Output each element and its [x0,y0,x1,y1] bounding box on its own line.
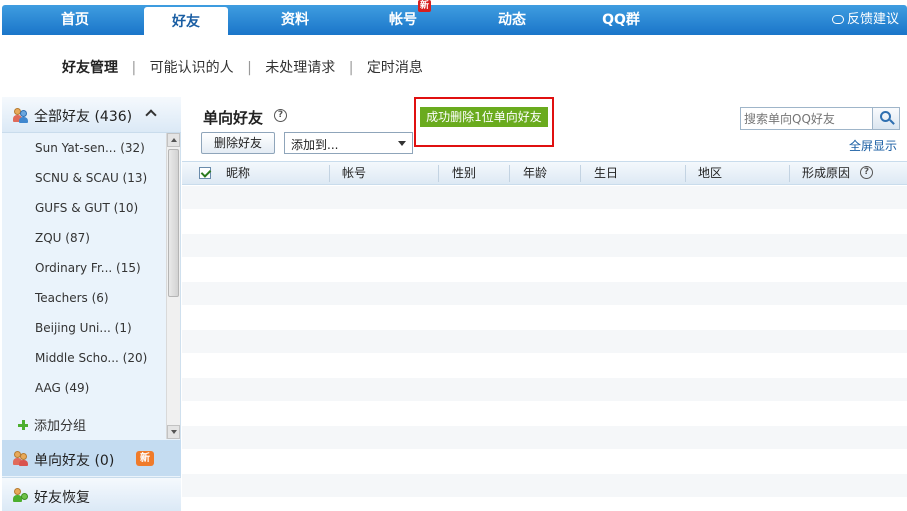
column-gender[interactable]: 性别 [452,162,476,184]
sidebar-item-one-way-friends[interactable]: 单向好友 (0) 新 [2,440,181,476]
table-row [182,306,907,330]
subnav-separator: | [131,60,137,76]
group-item[interactable]: Sun Yat-sen... (32) [2,133,165,163]
group-item[interactable]: Ordinary Fr... (15) [2,253,165,283]
column-divider [329,165,330,182]
group-item[interactable]: Teachers (6) [2,283,165,313]
table-row [182,450,907,474]
column-divider [438,165,439,182]
friend-restore-icon [13,487,29,503]
friend-restore-label: 好友恢复 [34,490,90,506]
tab-home[interactable]: 首页 [20,5,130,35]
group-item[interactable]: AAG (49) [2,373,165,403]
tab-account[interactable]: 帐号 新 [348,0,458,35]
column-divider [685,165,686,182]
column-account[interactable]: 帐号 [342,162,366,184]
subnav-scheduled-messages[interactable]: 定时消息 [367,58,423,78]
column-divider [509,165,510,182]
search-input[interactable] [741,108,871,129]
new-badge: 新 [418,0,432,12]
search-icon-handle [889,119,895,125]
column-divider [789,165,790,182]
table-header: 昵称 帐号 性别 年龄 生日 地区 形成原因 ? [182,161,907,185]
group-item[interactable]: ZQU (87) [2,223,165,253]
column-reason[interactable]: 形成原因 [802,162,850,184]
search-box [740,107,900,130]
scroll-down-button[interactable] [167,425,180,439]
tab-qq-group[interactable]: QQ群 [566,5,676,35]
table-row [182,186,907,210]
subnav-people-you-may-know[interactable]: 可能认识的人 [150,58,234,78]
subnav-friend-management[interactable]: 好友管理 [62,58,118,78]
subnav-separator: | [247,60,252,76]
all-friends-label: 全部好友 (436) [34,109,133,125]
friends-icon [13,107,29,123]
feedback-link[interactable]: 反馈建议 [831,5,899,35]
table-row [182,378,907,402]
table-row [182,258,907,282]
table-row [182,402,907,426]
chevron-down-icon [398,141,406,146]
table-row [182,210,907,234]
column-divider [580,165,581,182]
table-row [182,234,907,258]
chevron-up-icon[interactable] [145,109,157,121]
sidebar: 全部好友 (436) Sun Yat-sen... (32) SCNU & SC… [2,97,181,511]
main-content: 单向好友 ? 成功删除1位单向好友 删除好友 添加到... 全屏显示 昵称 帐号… [182,97,907,511]
group-list-scrollbar[interactable] [166,133,180,439]
table-row [182,282,907,306]
one-way-friends-label: 单向好友 (0) [34,453,115,469]
sidebar-item-friend-restore[interactable]: 好友恢复 [2,477,181,511]
tab-profile[interactable]: 资料 [240,5,350,35]
new-badge: 新 [136,451,154,466]
sidebar-all-friends-header[interactable]: 全部好友 (436) [2,97,181,133]
column-birthday[interactable]: 生日 [594,162,618,184]
qq-friend-manager-page: 首页 好友 资料 帐号 新 动态 QQ群 反馈建议 好友管理 | 可能认识的人 … [0,0,907,511]
select-all-checkbox[interactable] [199,167,211,179]
table-row [182,330,907,354]
column-age[interactable]: 年龄 [523,162,547,184]
group-item[interactable]: Middle Scho... (20) [2,343,165,373]
group-item[interactable]: SCNU & SCAU (13) [2,163,165,193]
one-way-friends-icon [13,450,29,466]
search-button[interactable] [872,108,899,129]
page-title: 单向好友 [203,109,264,127]
friend-group-list: Sun Yat-sen... (32) SCNU & SCAU (13) GUF… [2,133,165,403]
fullscreen-link[interactable]: 全屏显示 [849,137,897,154]
top-nav-bar: 首页 好友 资料 帐号 新 动态 QQ群 反馈建议 [2,0,907,37]
add-group-button[interactable]: 添加分组 [18,415,86,434]
add-to-select-value: 添加到... [291,138,339,152]
scroll-thumb[interactable] [168,149,179,297]
friend-table-body [182,186,907,511]
column-region[interactable]: 地区 [698,162,722,184]
tab-account-label: 帐号 [389,12,417,28]
subnav-pending-requests[interactable]: 未处理请求 [265,58,335,78]
scroll-up-button[interactable] [167,133,180,147]
success-message: 成功删除1位单向好友 [420,107,548,127]
table-row [182,426,907,450]
group-item[interactable]: GUFS & GUT (10) [2,193,165,223]
feedback-label: 反馈建议 [846,12,899,27]
column-nickname[interactable]: 昵称 [226,162,250,184]
tab-feeds[interactable]: 动态 [457,5,567,35]
group-item[interactable]: Beijing Uni... (1) [2,313,165,343]
table-row [182,354,907,378]
subnav-separator: | [348,60,354,76]
tab-friends[interactable]: 好友 [144,7,228,37]
highlight-box: 成功删除1位单向好友 [414,97,554,147]
add-to-select[interactable]: 添加到... [284,132,413,154]
speech-bubble-icon [831,15,844,24]
help-icon[interactable]: ? [860,166,873,179]
delete-friend-button[interactable]: 删除好友 [201,132,275,154]
help-icon[interactable]: ? [274,109,287,122]
sub-nav: 好友管理 | 可能认识的人 | 未处理请求 | 定时消息 [62,58,423,78]
add-group-label: 添加分组 [34,419,87,434]
plus-icon [18,420,28,430]
table-row [182,474,907,498]
